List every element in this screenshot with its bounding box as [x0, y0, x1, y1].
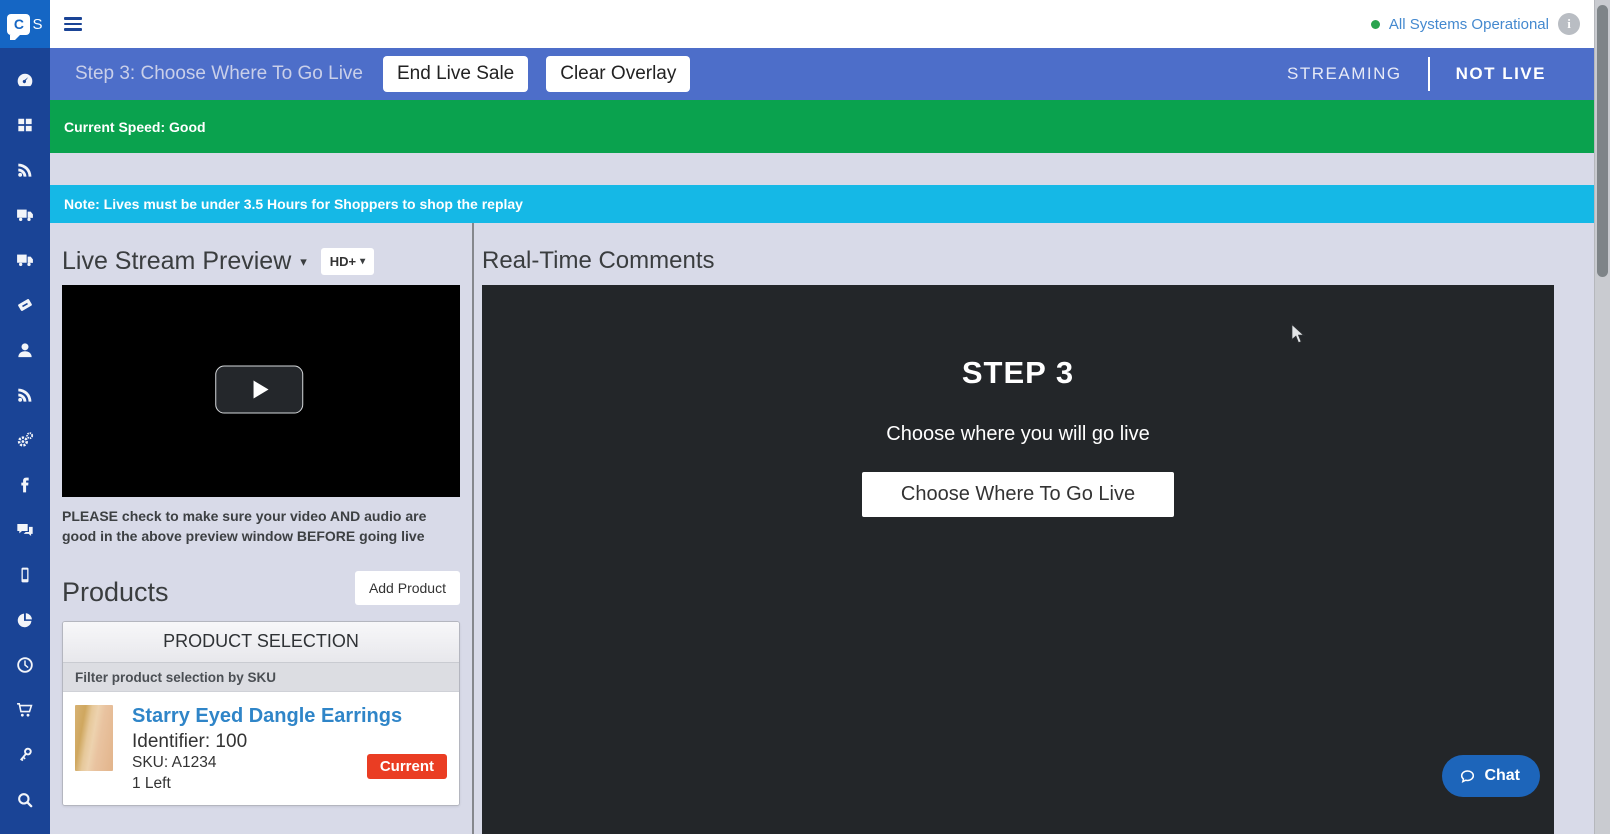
sidebar-item-broadcast[interactable] [0, 385, 50, 405]
sidebar-item-setup[interactable] [0, 430, 50, 450]
status-dot-icon [1371, 20, 1380, 29]
sidebar-item-history[interactable] [0, 655, 50, 675]
app-logo[interactable]: C S [0, 0, 50, 48]
search-icon [15, 790, 35, 810]
sidebar-item-grid[interactable] [0, 115, 50, 135]
product-list-item[interactable]: Starry Eyed Dangle Earrings Identifier: … [63, 692, 459, 805]
streaming-status: STREAMING [1287, 64, 1402, 84]
key-icon [15, 745, 35, 765]
sidebar-item-dashboard[interactable] [0, 70, 50, 90]
status-divider [1428, 57, 1430, 91]
scrollbar-thumb[interactable] [1597, 5, 1608, 277]
product-stock: 1 Left [132, 775, 402, 793]
clock-icon [15, 655, 35, 675]
step-subtitle: Choose where you will go live [886, 423, 1149, 446]
user-icon [15, 340, 35, 360]
system-status-link[interactable]: All Systems Operational [1389, 16, 1549, 33]
product-selection-header[interactable]: PRODUCT SELECTION [63, 622, 459, 663]
filter-sku-input[interactable]: Filter product selection by SKU [63, 663, 459, 692]
top-header: All Systems Operational i [50, 0, 1594, 48]
live-toolbar: Step 3: Choose Where To Go Live End Live… [50, 48, 1594, 100]
comments-panel: STEP 3 Choose where you will go live Cho… [482, 285, 1554, 834]
cart-icon [15, 700, 35, 720]
comments-icon [15, 520, 35, 540]
chat-button-label: Chat [1484, 767, 1520, 785]
note-banner: Note: Lives must be under 3.5 Hours for … [50, 185, 1594, 223]
quality-selector[interactable]: HD+ ▾ [321, 248, 374, 275]
product-name-link[interactable]: Starry Eyed Dangle Earrings [132, 705, 402, 728]
logo-letter-c: C [14, 16, 24, 32]
chat-button[interactable]: Chat [1442, 755, 1540, 797]
sidebar: C S [0, 0, 50, 834]
quality-label: HD+ [330, 254, 356, 269]
clear-overlay-button[interactable]: Clear Overlay [546, 56, 690, 92]
shipping-truck-icon [15, 205, 35, 225]
chat-bubble-icon [1459, 768, 1476, 785]
sidebar-item-feed[interactable] [0, 160, 50, 180]
sidebar-item-mobile-app[interactable] [0, 565, 50, 585]
hamburger-menu-icon[interactable] [64, 17, 82, 31]
video-preview [62, 285, 460, 497]
content-area: Live Stream Preview ▾ HD+ ▾ PLEASE check… [50, 223, 1594, 834]
not-live-status: NOT LIVE [1456, 64, 1546, 84]
right-panel: Real-Time Comments STEP 3 Choose where y… [474, 223, 1594, 834]
broadcast-icon [15, 385, 35, 405]
sidebar-item-shipping[interactable] [0, 205, 50, 225]
caret-down-icon: ▾ [360, 256, 365, 267]
step-heading: STEP 3 [962, 355, 1074, 391]
sidebar-item-api-key[interactable] [0, 745, 50, 765]
ticket-icon [15, 295, 35, 315]
sidebar-item-reports[interactable] [0, 610, 50, 630]
delivery-truck-icon [15, 250, 35, 270]
page-scrollbar[interactable] [1594, 0, 1610, 834]
left-panel: Live Stream Preview ▾ HD+ ▾ PLEASE check… [50, 223, 472, 834]
mobile-icon [15, 565, 35, 585]
dashboard-icon [15, 70, 35, 90]
banner-gap [50, 153, 1594, 185]
step-label: Step 3: Choose Where To Go Live [75, 63, 363, 85]
caret-down-icon: ▾ [300, 254, 307, 270]
sidebar-item-search[interactable] [0, 790, 50, 810]
realtime-comments-title: Real-Time Comments [482, 247, 1554, 275]
grid-icon [15, 115, 35, 135]
sidebar-nav [0, 48, 50, 810]
current-product-badge: Current [367, 754, 447, 779]
live-stream-preview-dropdown[interactable]: Live Stream Preview ▾ [62, 247, 307, 276]
feed-icon [15, 160, 35, 180]
speed-banner: Current Speed: Good [50, 100, 1594, 153]
pie-chart-icon [15, 610, 35, 630]
sidebar-item-comments[interactable] [0, 520, 50, 540]
live-stream-preview-title: Live Stream Preview [62, 247, 291, 276]
product-identifier: Identifier: 100 [132, 731, 402, 753]
sidebar-item-customers[interactable] [0, 340, 50, 360]
sidebar-item-cart[interactable] [0, 700, 50, 720]
facebook-icon [15, 475, 35, 495]
products-title: Products [62, 577, 169, 608]
play-button[interactable] [215, 366, 303, 414]
product-selection-panel: PRODUCT SELECTION Filter product selecti… [62, 621, 460, 806]
preview-warning-text: PLEASE check to make sure your video AND… [62, 506, 454, 547]
main-area: All Systems Operational i Step 3: Choose… [50, 0, 1594, 834]
gears-icon [15, 430, 35, 450]
speed-banner-text: Current Speed: Good [64, 119, 206, 135]
sidebar-item-facebook[interactable] [0, 475, 50, 495]
sidebar-item-coupons[interactable] [0, 295, 50, 315]
product-sku: SKU: A1234 [132, 754, 402, 772]
logo-letter-s: S [32, 16, 42, 33]
logo-bubble-icon: C [7, 14, 30, 35]
product-thumbnail [75, 705, 113, 771]
info-icon[interactable]: i [1558, 13, 1580, 35]
note-banner-text: Note: Lives must be under 3.5 Hours for … [64, 196, 523, 212]
end-live-sale-button[interactable]: End Live Sale [383, 56, 528, 92]
choose-where-to-go-live-button[interactable]: Choose Where To Go Live [862, 472, 1174, 517]
sidebar-item-fulfillment[interactable] [0, 250, 50, 270]
add-product-button[interactable]: Add Product [355, 571, 460, 605]
